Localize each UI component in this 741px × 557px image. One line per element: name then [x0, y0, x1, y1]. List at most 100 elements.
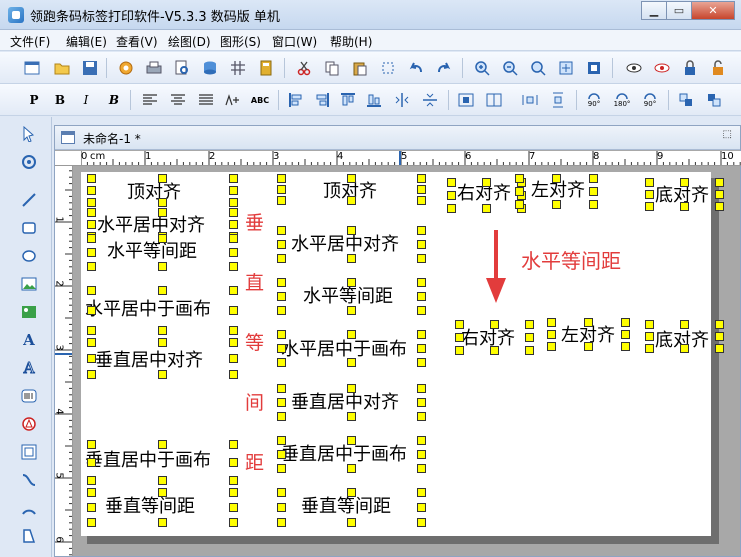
menu-edit[interactable]: 编辑(E) [66, 33, 107, 50]
resize-handle[interactable] [87, 503, 96, 512]
resize-handle[interactable] [347, 174, 356, 183]
menu-view[interactable]: 查看(V) [116, 33, 158, 50]
resize-handle[interactable] [347, 358, 356, 367]
text-tool-icon[interactable]: A [18, 329, 40, 351]
resize-handle[interactable] [87, 518, 96, 527]
resize-handle[interactable] [158, 286, 167, 295]
resize-handle[interactable] [589, 200, 598, 209]
distribute-horizontal-icon[interactable] [520, 90, 540, 110]
unlock-icon[interactable] [708, 58, 728, 78]
resize-handle[interactable] [87, 354, 96, 363]
resize-handle[interactable] [277, 185, 286, 194]
resize-handle[interactable] [417, 344, 426, 353]
print-preview-icon[interactable] [172, 58, 192, 78]
show-eye-icon[interactable] [624, 58, 644, 78]
resize-handle[interactable] [417, 292, 426, 301]
curve-tool-icon[interactable] [18, 469, 40, 491]
align-bottoms-icon[interactable] [364, 90, 384, 110]
redo-icon[interactable] [434, 58, 454, 78]
resize-handle[interactable] [277, 518, 286, 527]
resize-handle[interactable] [589, 174, 598, 183]
center-vertical-icon[interactable] [420, 90, 440, 110]
resize-handle[interactable] [229, 488, 238, 497]
resize-handle[interactable] [87, 338, 96, 347]
resize-handle[interactable] [277, 384, 286, 393]
resize-handle[interactable] [277, 450, 286, 459]
resize-handle[interactable] [715, 344, 724, 353]
text-style-plain-icon[interactable]: P [24, 90, 44, 110]
actual-size-icon[interactable] [584, 58, 604, 78]
resize-handle[interactable] [87, 370, 96, 379]
resize-handle[interactable] [229, 370, 238, 379]
resize-handle[interactable] [490, 320, 499, 329]
rotate-270-button[interactable]: 90° [640, 90, 660, 110]
resize-handle[interactable] [277, 488, 286, 497]
resize-handle[interactable] [680, 344, 689, 353]
resize-handle[interactable] [229, 286, 238, 295]
resize-handle[interactable] [229, 186, 238, 195]
close-icon[interactable]: ✕ [691, 1, 735, 20]
resize-handle[interactable] [229, 354, 238, 363]
canvas-text-hcenter-1[interactable]: 水平居中对齐 [97, 217, 205, 235]
line-tool-icon[interactable] [18, 189, 40, 211]
resize-handle[interactable] [645, 202, 654, 211]
resize-handle[interactable] [158, 208, 167, 217]
print-icon[interactable] [144, 58, 164, 78]
resize-handle[interactable] [417, 254, 426, 263]
resize-handle[interactable] [158, 370, 167, 379]
resize-handle[interactable] [158, 326, 167, 335]
resize-handle[interactable] [417, 196, 426, 205]
menu-draw[interactable]: 绘图(D) [168, 33, 211, 50]
resize-handle[interactable] [417, 450, 426, 459]
menu-file[interactable]: 文件(F) [10, 33, 50, 50]
resize-handle[interactable] [715, 332, 724, 341]
resize-handle[interactable] [347, 518, 356, 527]
menu-help[interactable]: 帮助(H) [330, 33, 372, 50]
undo-icon[interactable] [406, 58, 426, 78]
resize-handle[interactable] [229, 198, 238, 207]
resize-handle[interactable] [552, 174, 561, 183]
zoom-icon[interactable] [528, 58, 548, 78]
rotate-tool-icon[interactable] [18, 151, 40, 173]
resize-handle[interactable] [229, 503, 238, 512]
resize-handle[interactable] [455, 346, 464, 355]
save-icon[interactable] [80, 58, 100, 78]
canvas-text-vcanvas-1[interactable]: 垂直居中于画布 [85, 452, 211, 470]
resize-handle[interactable] [158, 174, 167, 183]
resize-handle[interactable] [87, 306, 96, 315]
resize-handle[interactable] [621, 318, 630, 327]
canvas-text-vspacing-2[interactable]: 垂直等间距 [301, 498, 391, 516]
resize-handle[interactable] [277, 226, 286, 235]
resize-handle[interactable] [417, 412, 426, 421]
resize-handle[interactable] [87, 248, 96, 257]
resize-handle[interactable] [277, 464, 286, 473]
resize-handle[interactable] [277, 344, 286, 353]
canvas-text-right-align-top[interactable]: 右对齐 [457, 185, 511, 203]
resize-handle[interactable] [547, 318, 556, 327]
align-tops-icon[interactable] [338, 90, 358, 110]
resize-handle[interactable] [87, 488, 96, 497]
resize-handle[interactable] [455, 320, 464, 329]
menu-window[interactable]: 窗口(W) [272, 33, 317, 50]
italic-button[interactable]: I [76, 90, 96, 110]
resize-handle[interactable] [645, 190, 654, 199]
resize-handle[interactable] [417, 330, 426, 339]
image-tool-icon[interactable] [18, 273, 40, 295]
resize-handle[interactable] [447, 178, 456, 187]
resize-handle[interactable] [87, 458, 96, 467]
resize-handle[interactable] [552, 200, 561, 209]
resize-handle[interactable] [680, 202, 689, 211]
resize-handle[interactable] [417, 358, 426, 367]
restore-icon[interactable]: ⬚ [723, 129, 732, 140]
resize-handle[interactable] [87, 186, 96, 195]
art-text-tool-icon[interactable]: A [18, 357, 40, 379]
resize-handle[interactable] [229, 338, 238, 347]
resize-handle[interactable] [715, 190, 724, 199]
canvas-text-top-align-1[interactable]: 顶对齐 [127, 184, 181, 202]
align-center-icon[interactable] [168, 90, 188, 110]
resize-handle[interactable] [158, 262, 167, 271]
arc-tool-icon[interactable] [18, 497, 40, 519]
resize-handle[interactable] [277, 196, 286, 205]
picture-tool-icon[interactable] [18, 301, 40, 323]
align-left-icon[interactable] [140, 90, 160, 110]
